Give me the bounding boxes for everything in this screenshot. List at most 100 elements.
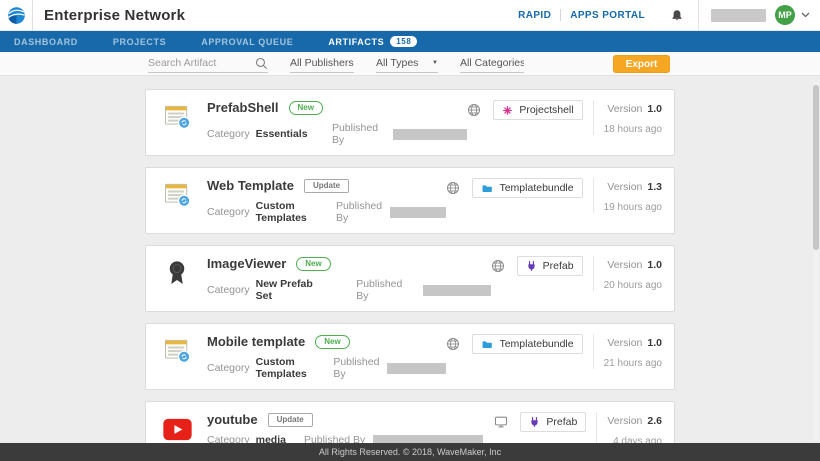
category-label: Category — [207, 434, 250, 443]
chevron-down-icon[interactable] — [801, 12, 810, 18]
globe-icon — [446, 181, 460, 200]
scrollbar-track[interactable] — [813, 81, 819, 441]
search-icon[interactable] — [255, 57, 268, 75]
prefab-icon — [526, 260, 537, 272]
published-by-label: Published By — [332, 122, 385, 146]
brand-logo-icon[interactable] — [0, 0, 33, 31]
scrollbar-thumb[interactable] — [813, 85, 819, 250]
rapid-link[interactable]: RAPID — [509, 10, 560, 21]
published-by-label: Published By — [356, 278, 415, 302]
version-line: Version2.6 — [607, 415, 662, 427]
artifact-card[interactable]: Mobile template New Category Custom Temp… — [145, 323, 675, 390]
search-field — [148, 55, 268, 73]
monitor-icon — [494, 415, 508, 434]
publisher-redacted — [373, 435, 483, 444]
artifacts-count-badge: 158 — [390, 36, 417, 48]
templatebundle-icon — [481, 339, 493, 350]
artifact-title: PrefabShell — [207, 100, 279, 115]
type-chip-label: Projectshell — [519, 104, 573, 116]
type-chip-label: Templatebundle — [499, 182, 573, 194]
published-time: 19 hours ago — [604, 202, 662, 213]
published-time: 20 hours ago — [604, 280, 662, 291]
type-chip: Prefab — [517, 256, 583, 276]
type-chip: Templatebundle — [472, 178, 582, 198]
status-badge: New — [315, 335, 349, 349]
primary-nav: DASHBOARD PROJECTS APPROVAL QUEUE ARTIFA… — [0, 31, 820, 52]
publishers-dropdown[interactable]: All Publishers▼ — [290, 55, 354, 73]
globe-icon — [446, 337, 460, 356]
templatebundle-icon — [481, 183, 493, 194]
artifact-card[interactable]: Web Template Update Category Custom Temp… — [145, 167, 675, 234]
app-window: Enterprise Network RAPID APPS PORTAL MP — [0, 0, 820, 461]
published-time: 21 hours ago — [604, 358, 662, 369]
published-by-label: Published By — [333, 356, 379, 380]
status-badge: Update — [304, 179, 349, 193]
globe-icon — [491, 259, 505, 278]
template-icon — [160, 100, 194, 146]
apps-portal-link[interactable]: APPS PORTAL — [561, 10, 654, 21]
type-chip: Prefab — [520, 412, 586, 432]
caret-down-icon: ▼ — [432, 60, 438, 66]
type-chip: Projectshell — [493, 100, 582, 120]
copyright-text: All Rights Reserved. © 2018, WaveMaker, … — [319, 447, 501, 457]
page-title: Enterprise Network — [44, 7, 185, 24]
artifact-list: PrefabShell New Category Essentials Publ… — [0, 76, 820, 443]
version-line: Version1.0 — [607, 103, 662, 115]
publisher-redacted — [423, 285, 490, 296]
artifact-title: ImageViewer — [207, 256, 286, 271]
type-chip: Templatebundle — [472, 334, 582, 354]
publisher-redacted — [390, 207, 446, 218]
globe-icon — [467, 103, 481, 122]
template-icon — [160, 178, 194, 224]
projectshell-icon — [502, 105, 513, 116]
avatar[interactable]: MP — [775, 5, 795, 25]
published-by-label: Published By — [336, 200, 382, 224]
search-input[interactable] — [148, 57, 252, 69]
nav-projects[interactable]: PROJECTS — [99, 31, 187, 52]
published-time: 4 days ago — [613, 436, 662, 443]
artifact-card[interactable]: PrefabShell New Category Essentials Publ… — [145, 89, 675, 156]
status-badge: New — [289, 101, 323, 115]
category-value: New Prefab Set — [256, 278, 330, 302]
published-time: 18 hours ago — [604, 124, 662, 135]
account-menu[interactable]: MP — [699, 5, 820, 25]
artifact-title: Web Template — [207, 178, 294, 193]
type-chip-label: Prefab — [543, 260, 574, 272]
username-redacted — [711, 9, 766, 22]
export-button[interactable]: Export — [613, 55, 670, 73]
nav-dashboard[interactable]: DASHBOARD — [0, 31, 99, 52]
youtube-icon — [160, 412, 194, 443]
published-by-label: Published By — [304, 434, 365, 443]
categories-dropdown[interactable]: All Categories▼ — [460, 55, 524, 73]
type-chip-label: Templatebundle — [499, 338, 573, 350]
artifact-title: youtube — [207, 412, 258, 427]
version-line: Version1.3 — [607, 181, 662, 193]
footer: All Rights Reserved. © 2018, WaveMaker, … — [0, 443, 820, 461]
category-label: Category — [207, 284, 250, 296]
version-line: Version1.0 — [607, 259, 662, 271]
category-value: Custom Templates — [256, 200, 318, 224]
type-chip-label: Prefab — [546, 416, 577, 428]
artifact-title: Mobile template — [207, 334, 305, 349]
filter-bar: All Publishers▼ All Types▼ All Categorie… — [0, 52, 820, 76]
category-label: Category — [207, 362, 250, 374]
nav-artifacts[interactable]: ARTIFACTS 158 — [314, 31, 438, 52]
artifact-card[interactable]: youtube Update Category media Published … — [145, 401, 675, 443]
artifact-card[interactable]: ImageViewer New Category New Prefab Set … — [145, 245, 675, 312]
types-dropdown[interactable]: All Types▼ — [376, 55, 438, 73]
template-icon — [160, 334, 194, 380]
header: Enterprise Network RAPID APPS PORTAL MP — [0, 0, 820, 31]
status-badge: Update — [268, 413, 313, 427]
publisher-redacted — [393, 129, 467, 140]
nav-approval-queue[interactable]: APPROVAL QUEUE — [187, 31, 314, 52]
category-value: Essentials — [256, 128, 308, 140]
status-badge: New — [296, 257, 330, 271]
award-icon — [160, 256, 194, 302]
publisher-redacted — [387, 363, 446, 374]
notifications-bell-icon[interactable] — [670, 8, 684, 23]
version-line: Version1.0 — [607, 337, 662, 349]
header-right: RAPID APPS PORTAL MP — [509, 0, 820, 31]
category-value: Custom Templates — [256, 356, 316, 380]
prefab-icon — [529, 416, 540, 428]
category-label: Category — [207, 206, 250, 218]
